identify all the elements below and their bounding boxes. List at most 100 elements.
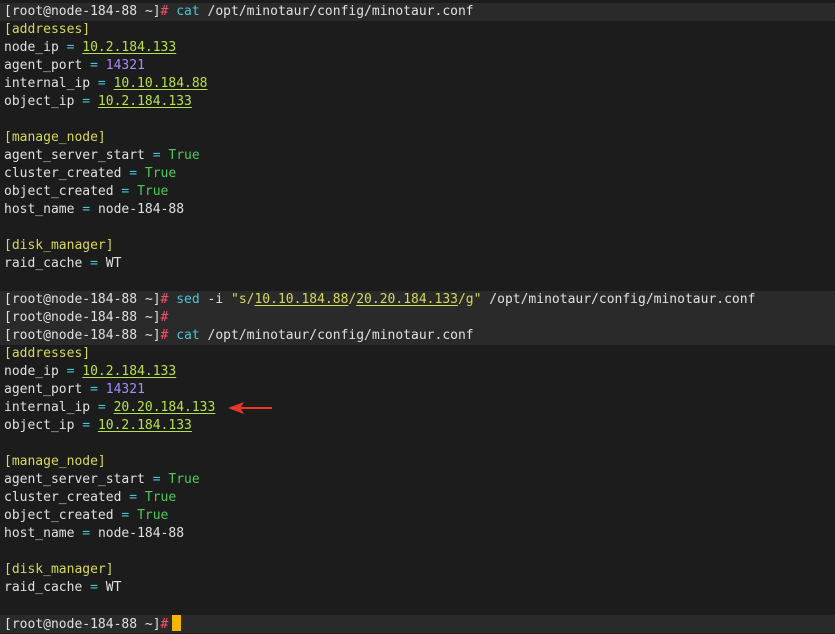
equals-sign: = bbox=[152, 472, 161, 487]
config-line-host-name: host_name = node-184-88 bbox=[4, 525, 184, 543]
config-value: WT bbox=[105, 580, 122, 595]
config-key: object_ip bbox=[4, 418, 75, 433]
equals-sign: = bbox=[82, 418, 91, 433]
equals-sign: = bbox=[97, 76, 106, 91]
section-label: [manage_node] bbox=[4, 454, 106, 469]
config-value: node-184-88 bbox=[97, 526, 185, 541]
config-value: True bbox=[168, 472, 200, 487]
section-label: [disk_manager] bbox=[4, 238, 114, 253]
equals-sign: = bbox=[82, 202, 91, 217]
equals-sign: = bbox=[90, 580, 98, 595]
config-value: 10.2.184.133 bbox=[97, 94, 192, 109]
equals-sign: = bbox=[129, 166, 138, 181]
shell-prompt: [root@node-184-88 ~] bbox=[4, 328, 161, 343]
config-line-raid-cache: raid_cache = WT bbox=[4, 255, 121, 273]
command-line-active[interactable]: [root@node-184-88 ~]# bbox=[4, 615, 182, 633]
shell-prompt: [root@node-184-88 ~] bbox=[4, 292, 161, 307]
sed-quote-close: /g" bbox=[457, 292, 482, 307]
shell-prompt: [root@node-184-88 ~] bbox=[4, 617, 161, 632]
command-line-cat-2: [root@node-184-88 ~]# cat /opt/minotaur/… bbox=[4, 327, 474, 345]
sed-new-ip: 20.20.184.133 bbox=[356, 292, 458, 307]
config-line-object-created: object_created = True bbox=[4, 507, 168, 525]
config-line-cluster-created: cluster_created = True bbox=[4, 489, 176, 507]
config-key: agent_server_start bbox=[4, 148, 145, 163]
config-line-agent-server-start: agent_server_start = True bbox=[4, 147, 200, 165]
equals-sign: = bbox=[121, 508, 130, 523]
equals-sign: = bbox=[90, 256, 98, 271]
equals-sign: = bbox=[90, 58, 98, 73]
config-key: host_name bbox=[4, 202, 75, 217]
config-line-agent-port: agent_port = 14321 bbox=[4, 57, 145, 75]
prompt-hash: # bbox=[160, 310, 169, 325]
command-arg-path: /opt/minotaur/config/minotaur.conf bbox=[207, 4, 474, 19]
config-value: True bbox=[168, 148, 200, 163]
config-line-object-ip: object_ip = 10.2.184.133 bbox=[4, 417, 192, 435]
config-line-cluster-created: cluster_created = True bbox=[4, 165, 176, 183]
section-label: [manage_node] bbox=[4, 130, 106, 145]
prompt-hash: # bbox=[160, 617, 169, 632]
config-value: 14321 bbox=[105, 382, 145, 397]
config-value: 10.2.184.133 bbox=[97, 418, 192, 433]
config-key: cluster_created bbox=[4, 490, 122, 505]
shell-prompt: [root@node-184-88 ~] bbox=[4, 310, 161, 325]
config-line-internal-ip: internal_ip = 20.20.184.133 bbox=[4, 399, 215, 417]
config-key: object_created bbox=[4, 184, 114, 199]
section-header-disk-manager: [disk_manager] bbox=[4, 561, 114, 579]
equals-sign: = bbox=[152, 148, 161, 163]
text-cursor[interactable] bbox=[172, 615, 182, 631]
equals-sign: = bbox=[66, 364, 75, 379]
config-key: agent_port bbox=[4, 382, 83, 397]
config-key: node_ip bbox=[4, 40, 59, 55]
config-key: agent_server_start bbox=[4, 472, 145, 487]
config-line-node-ip: node_ip = 10.2.184.133 bbox=[4, 39, 176, 57]
prompt-hash: # bbox=[160, 328, 169, 343]
config-key: host_name bbox=[4, 526, 75, 541]
section-header-disk-manager: [disk_manager] bbox=[4, 237, 114, 255]
equals-sign: = bbox=[66, 40, 75, 55]
command-line-sed: [root@node-184-88 ~]# sed -i "s/10.10.18… bbox=[4, 291, 755, 309]
equals-sign: = bbox=[82, 526, 91, 541]
prompt-hash: # bbox=[160, 4, 169, 19]
config-key: agent_port bbox=[4, 58, 83, 73]
config-line-node-ip: node_ip = 10.2.184.133 bbox=[4, 363, 176, 381]
command-line-empty: [root@node-184-88 ~]# bbox=[4, 309, 168, 327]
section-label: [addresses] bbox=[4, 346, 91, 361]
config-value: WT bbox=[105, 256, 122, 271]
config-value: True bbox=[144, 490, 177, 505]
section-label: [addresses] bbox=[4, 22, 91, 37]
equals-sign: = bbox=[129, 490, 138, 505]
equals-sign: = bbox=[121, 184, 130, 199]
config-key: raid_cache bbox=[4, 580, 83, 595]
equals-sign: = bbox=[90, 382, 98, 397]
config-value: 10.2.184.133 bbox=[82, 364, 177, 379]
config-key: cluster_created bbox=[4, 166, 122, 181]
config-key: internal_ip bbox=[4, 400, 91, 415]
command-name: sed bbox=[176, 292, 200, 307]
command-arg-path: /opt/minotaur/config/minotaur.conf bbox=[207, 328, 474, 343]
config-key: object_ip bbox=[4, 94, 75, 109]
prompt-hash: # bbox=[160, 292, 169, 307]
equals-sign: = bbox=[97, 400, 106, 415]
config-value: 14321 bbox=[105, 58, 145, 73]
command-name: cat bbox=[176, 328, 200, 343]
config-line-agent-server-start: agent_server_start = True bbox=[4, 471, 200, 489]
command-name: cat bbox=[176, 4, 200, 19]
config-value: 20.20.184.133 bbox=[113, 400, 216, 415]
config-value: True bbox=[137, 184, 169, 199]
config-line-object-created: object_created = True bbox=[4, 183, 168, 201]
section-label: [disk_manager] bbox=[4, 562, 114, 577]
config-line-host-name: host_name = node-184-88 bbox=[4, 201, 184, 219]
terminal-window[interactable]: [root@node-184-88 ~]# cat /opt/minotaur/… bbox=[0, 0, 835, 634]
config-value: 10.2.184.133 bbox=[82, 40, 177, 55]
config-line-internal-ip: internal_ip = 10.10.184.88 bbox=[4, 75, 208, 93]
config-key: raid_cache bbox=[4, 256, 83, 271]
shell-prompt: [root@node-184-88 ~] bbox=[4, 4, 161, 19]
equals-sign: = bbox=[82, 94, 91, 109]
command-arg-path: /opt/minotaur/config/minotaur.conf bbox=[489, 292, 756, 307]
section-header-manage-node: [manage_node] bbox=[4, 453, 106, 471]
command-flag: -i bbox=[207, 292, 224, 307]
config-line-raid-cache: raid_cache = WT bbox=[4, 579, 121, 597]
config-key: object_created bbox=[4, 508, 114, 523]
section-header-manage-node: [manage_node] bbox=[4, 129, 106, 147]
config-line-object-ip: object_ip = 10.2.184.133 bbox=[4, 93, 192, 111]
